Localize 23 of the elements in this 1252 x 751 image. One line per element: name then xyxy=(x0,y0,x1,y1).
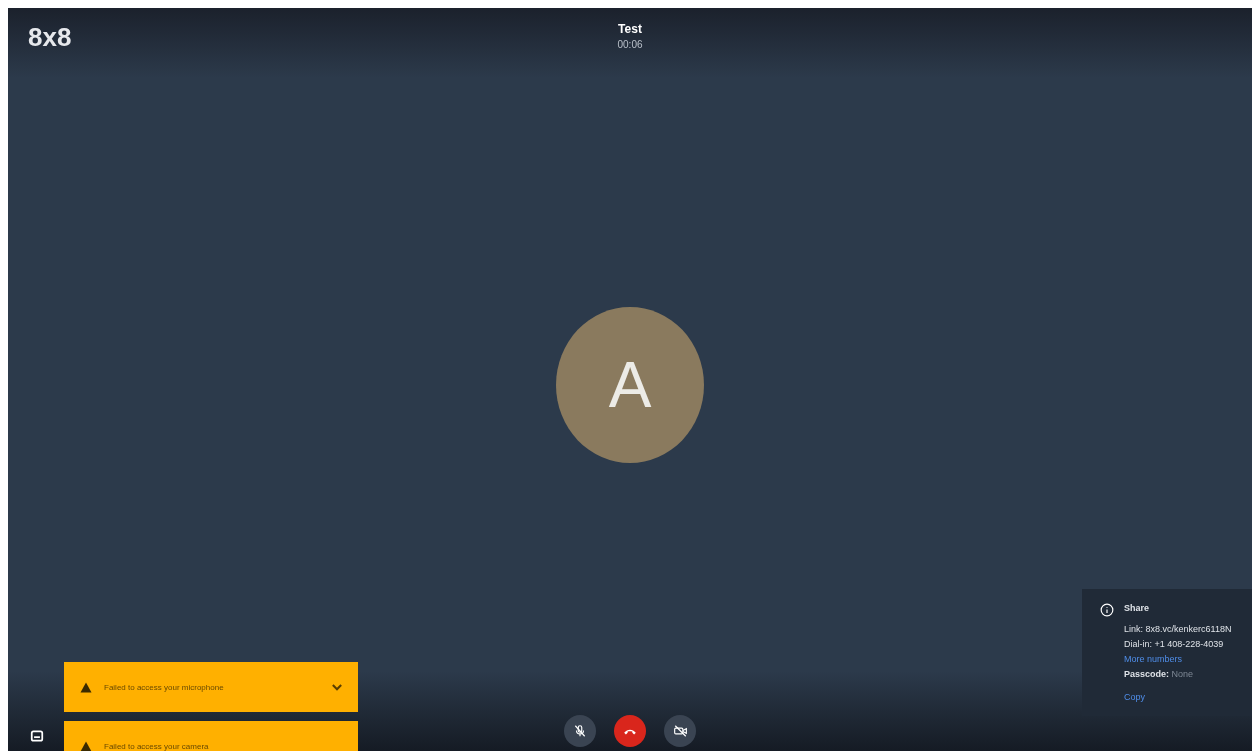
passcode-label: Passcode: xyxy=(1124,669,1170,679)
more-numbers-link[interactable]: More numbers xyxy=(1124,654,1232,664)
camera-button[interactable] xyxy=(664,715,696,747)
logo: 8x8 xyxy=(28,22,73,54)
passcode-value: None xyxy=(1171,669,1194,679)
camera-off-icon xyxy=(672,724,688,738)
warning-icon xyxy=(80,681,92,693)
copy-link[interactable]: Copy xyxy=(1124,692,1232,702)
notification-text: Failed to access your camera xyxy=(104,741,210,751)
chevron-down-icon[interactable] xyxy=(332,683,342,691)
participant-avatar: A xyxy=(556,306,704,463)
share-title: Share xyxy=(1124,603,1150,613)
notification-text: Failed to access your microphone xyxy=(104,682,225,692)
meeting-title: Test xyxy=(618,22,642,36)
microphone-button[interactable] xyxy=(564,715,596,747)
hang-up-button[interactable] xyxy=(614,715,646,747)
screen-icon[interactable] xyxy=(30,729,44,743)
info-icon xyxy=(1100,603,1114,617)
call-timer: 00:06 xyxy=(617,39,643,50)
muted-microphone-icon xyxy=(573,724,587,738)
dial-in-number: Dial-in: +1 408-228-4039 xyxy=(1124,639,1225,649)
hang-up-icon xyxy=(623,727,637,735)
warning-icon xyxy=(80,740,92,751)
